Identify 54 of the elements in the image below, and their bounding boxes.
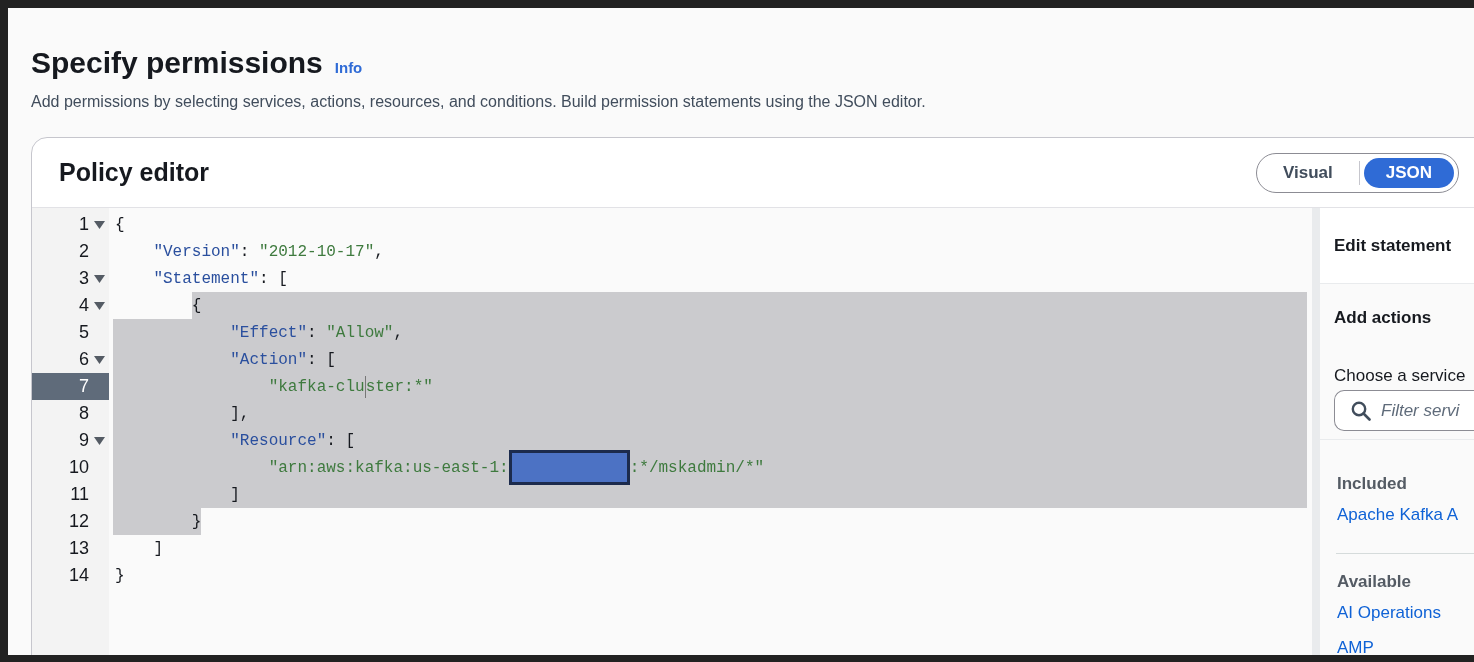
line-number: 4 — [78, 295, 89, 316]
line-number: 6 — [78, 349, 89, 370]
code-text: } — [115, 566, 125, 585]
search-field[interactable]: Filter servi — [1334, 390, 1474, 431]
line-number: 8 — [78, 403, 89, 424]
panel-title: Edit statement — [1334, 235, 1452, 256]
line-number: 14 — [67, 565, 89, 586]
service-link[interactable]: Apache Kafka A — [1337, 506, 1474, 524]
group-heading: Included — [1337, 474, 1408, 494]
service-link[interactable]: AI Operations — [1337, 604, 1474, 622]
caret-icon[interactable] — [93, 220, 105, 229]
info-link[interactable]: Info — [334, 59, 363, 76]
code-text: "Resource": [ — [229, 431, 356, 450]
line-number: 11 — [69, 484, 89, 505]
code-text: ] — [229, 485, 240, 504]
code-text: { — [115, 215, 125, 234]
search-icon — [1351, 400, 1371, 421]
code-text: "kafka-clu — [267, 377, 365, 396]
line-number: 3 — [78, 268, 89, 289]
card-title: Policy editor — [59, 158, 210, 187]
caret-icon[interactable] — [93, 355, 105, 364]
code-editor[interactable]: 1 2 3 4 5 6 7 8 9 10 11 12 13 14 { "Version": "2012-10-17", "Statement": [ { "Effect": "Allow", "Action": [ "kafka-cluster:*" ], "Resource": [ "arn:aws:kafka:us-east-1: :*/mskadmin/*" ] } ] } — [32, 208, 1312, 655]
line-number: 5 — [78, 322, 89, 343]
code-text: :*/mskadmin/*" — [629, 458, 765, 477]
line-number: 12 — [67, 511, 89, 532]
code-text: "Effect": "Allow", — [229, 323, 404, 342]
line-number: 2 — [78, 241, 89, 262]
page-description: Add permissions by selecting services, actions, resources, and conditions. Build permission statements using the JSON editor. — [31, 93, 927, 111]
line-number: 10 — [67, 457, 89, 478]
service-link[interactable]: AMP — [1337, 639, 1474, 655]
mode-tab[interactable]: JSON — [1363, 157, 1454, 188]
mode-toggle[interactable]: Visual JSON — [1255, 152, 1459, 193]
caret-icon[interactable] — [93, 436, 105, 445]
mode-tab[interactable]: Visual — [1260, 157, 1355, 188]
code-text: ster:*" — [365, 377, 433, 396]
code-text: "Action": [ — [229, 350, 336, 369]
code-text: ], — [229, 404, 250, 423]
code-text: "arn:aws:kafka:us-east-1: — [267, 458, 509, 477]
section-title: Add actions — [1334, 308, 1433, 328]
caret-icon[interactable] — [93, 301, 105, 310]
code-text: "Version": "2012-10-17", — [152, 242, 384, 261]
line-number: 9 — [78, 430, 89, 451]
line-number: 7 — [78, 376, 89, 397]
page-title: Specify permissions — [31, 46, 323, 80]
line-number: 13 — [67, 538, 89, 559]
code-text: } — [190, 512, 202, 531]
code-text: ] — [152, 539, 163, 558]
code-text: "Statement": [ — [152, 269, 288, 288]
group-heading: Available — [1337, 572, 1413, 592]
field-label: Choose a service — [1334, 366, 1467, 386]
caret-icon[interactable] — [93, 274, 105, 283]
line-number: 1 — [78, 214, 89, 235]
code-text: { — [191, 296, 202, 315]
text-cursor — [364, 375, 366, 398]
